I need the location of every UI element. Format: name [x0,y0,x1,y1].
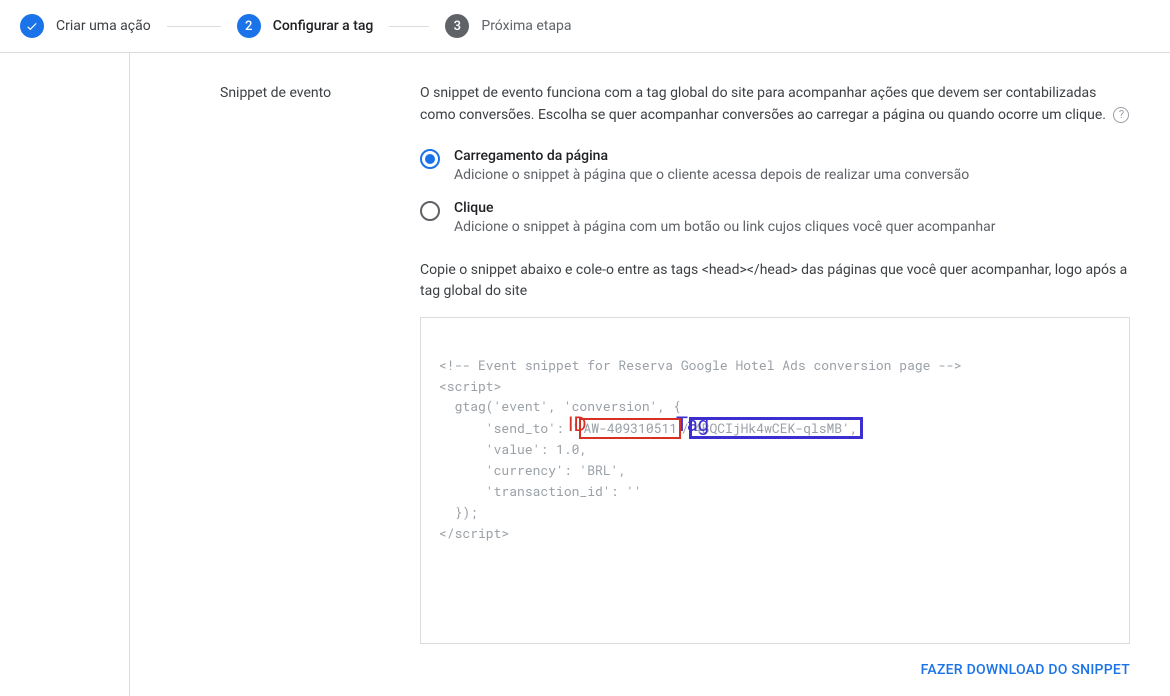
left-rail [0,53,130,696]
snippet-line-sendto: 'send_to': 'AW-409310511/4BQCIjHk4wCEK-q… [439,417,1111,439]
snippet-line: 'currency': 'BRL', [439,460,1111,481]
highlight-tag: 4BQCIjHk4wCEK-qlsMB', [689,417,863,439]
radio-option-pageload[interactable]: Carregamento da página Adicione o snippe… [420,148,1130,186]
step-connector [167,26,221,27]
snippet-line: }); [439,502,1111,523]
snippet-line: gtag('event', 'conversion', { [439,396,1111,417]
radio-option-click[interactable]: Clique Adicione o snippet à página com u… [420,200,1130,238]
radio-icon [420,201,440,221]
step-1[interactable]: Criar uma ação [20,14,151,38]
step-2[interactable]: 2 Configurar a tag [237,14,374,38]
highlight-id: AW-409310511 [579,418,681,439]
help-icon[interactable]: ? [1113,107,1129,123]
radio-click-title: Clique [454,200,1130,216]
download-snippet-button[interactable]: FAZER DOWNLOAD DO SNIPPET [921,662,1130,678]
snippet-line: <!-- Event snippet for Reserva Google Ho… [439,355,1111,376]
radio-click-desc: Adicione o snippet à página com um botão… [454,218,1130,238]
radio-group: Carregamento da página Adicione o snippe… [420,148,1130,237]
snippet-box[interactable]: <!-- Event snippet for Reserva Google Ho… [420,317,1130,644]
step-1-label: Criar uma ação [56,18,151,34]
radio-pageload-title: Carregamento da página [454,148,1130,164]
step-3-number: 3 [445,14,469,38]
section-description: O snippet de evento funciona com a tag g… [420,83,1130,126]
snippet-line: 'transaction_id': '' [439,481,1111,502]
check-icon [20,14,44,38]
snippet-line: <script> [439,376,1111,397]
annotation-id: ID [568,408,587,440]
description-text: O snippet de evento funciona com a tag g… [420,85,1106,123]
copy-instruction: Copie o snippet abaixo e cole-o entre as… [420,260,1130,303]
step-2-number: 2 [237,14,261,38]
step-3-label: Próxima etapa [481,18,571,34]
snippet-line: </script> [439,523,1111,544]
snippet-prefix: 'send_to': ' [439,419,579,437]
radio-icon [420,149,440,169]
step-3[interactable]: 3 Próxima etapa [445,14,571,38]
step-2-label: Configurar a tag [273,18,374,34]
snippet-line: 'value': 1.0, [439,439,1111,460]
step-connector [389,26,429,27]
radio-pageload-desc: Adicione o snippet à página que o client… [454,166,1130,186]
annotation-tag: Tag [676,408,709,440]
stepper: Criar uma ação 2 Configurar a tag 3 Próx… [0,0,1170,53]
section-title: Snippet de evento [220,83,420,686]
